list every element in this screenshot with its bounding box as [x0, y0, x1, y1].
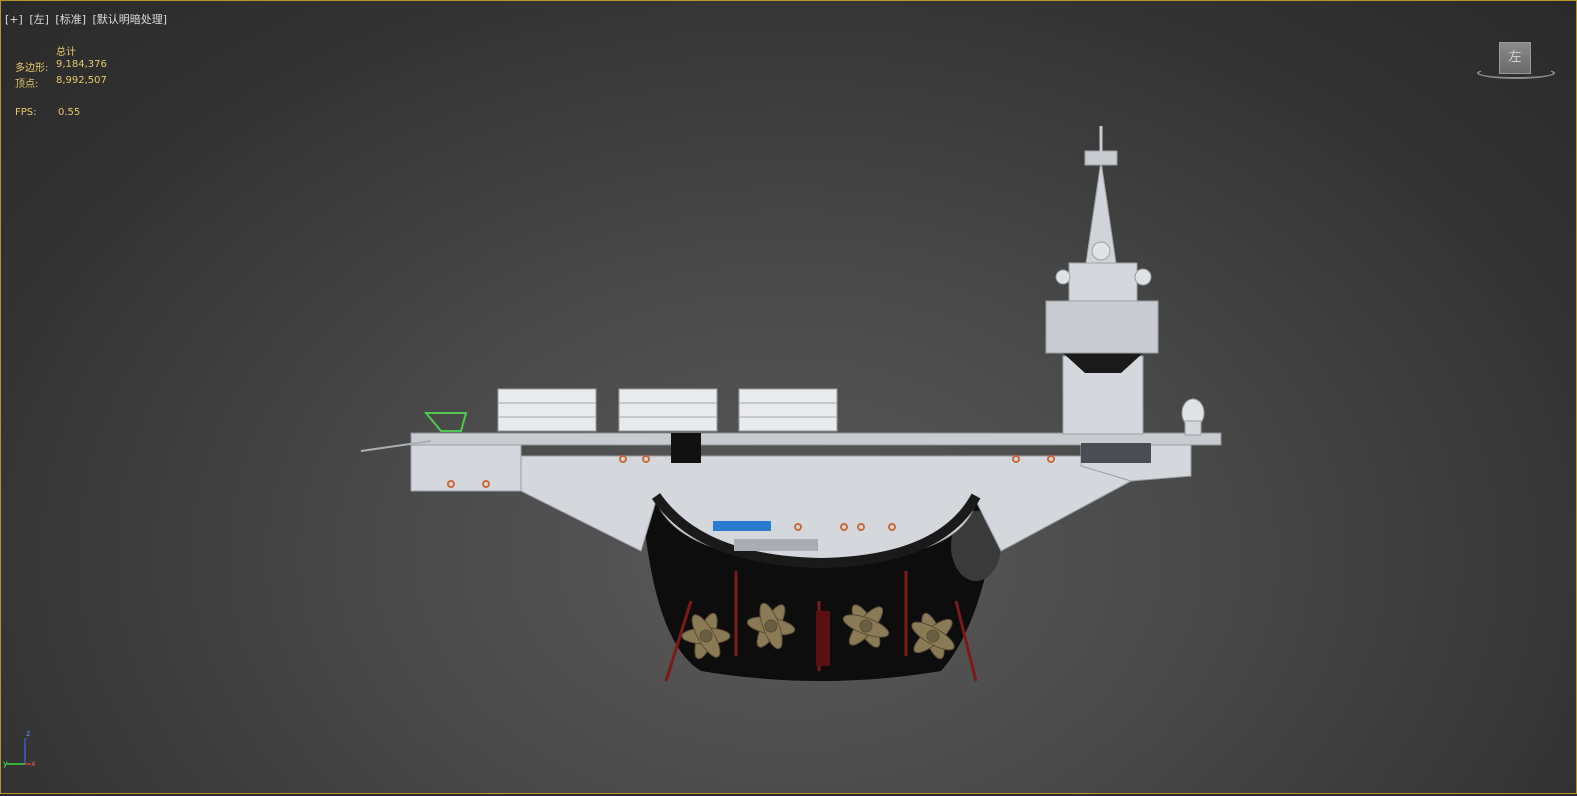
x-axis-label: x: [31, 759, 36, 768]
deck-vehicle-racks: [497, 388, 838, 432]
hull-upper: [500, 455, 1192, 562]
viewport-left[interactable]: [+] [左] [标准] [默认明暗处理] 总计 多边形: 9,184,376 …: [0, 0, 1577, 794]
blue-signage: [713, 521, 771, 531]
deck-window-strip: [1081, 443, 1151, 463]
deck-edge-bow: [410, 444, 522, 492]
stern-radar-base: [1184, 420, 1202, 436]
z-axis-label: z: [26, 729, 30, 738]
bow-crane: [423, 412, 468, 432]
hull-panel: [734, 539, 818, 551]
island-deck-2: [1045, 300, 1159, 354]
radar-dome-1: [1091, 241, 1111, 261]
radar-dome-3: [1055, 269, 1071, 285]
y-axis-label: y: [3, 759, 8, 768]
island-deck-3: [1068, 262, 1138, 302]
aircraft-carrier-model[interactable]: [1, 1, 1576, 793]
radar-dome-2: [1134, 268, 1152, 286]
axis-gizmo: z y x: [3, 729, 36, 768]
deck-recess: [671, 433, 701, 463]
rudder: [816, 611, 830, 666]
mast-top: [1084, 150, 1118, 166]
